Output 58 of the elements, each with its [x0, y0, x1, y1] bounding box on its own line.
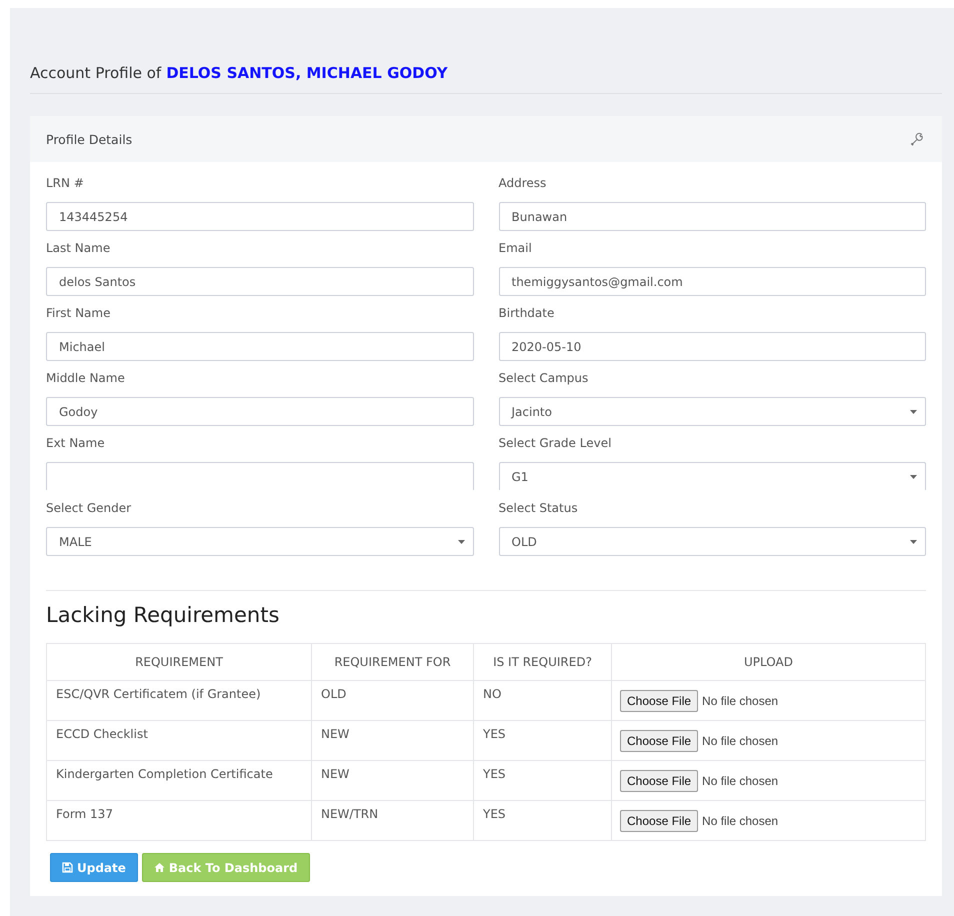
- table-cell: OLD: [312, 680, 474, 720]
- column-header: REQUIREMENT FOR: [312, 644, 474, 680]
- field-label: Email: [498, 241, 533, 257]
- table-cell: NEW: [312, 760, 474, 800]
- input-field[interactable]: Godoy: [46, 397, 474, 426]
- caret-icon: [910, 410, 917, 414]
- table-cell: NO: [474, 680, 612, 720]
- field-label: Birthdate: [498, 306, 556, 322]
- table-cell: YES: [474, 800, 612, 840]
- input-field[interactable]: Michael: [46, 332, 474, 361]
- choose-file-button[interactable]: Choose File: [620, 810, 698, 832]
- input-field[interactable]: 143445254: [46, 202, 474, 231]
- input-field[interactable]: Bunawan: [498, 202, 926, 231]
- column-header: REQUIREMENT: [46, 644, 312, 680]
- input-field[interactable]: delos Santos: [46, 267, 474, 296]
- column-header: IS IT REQUIRED?: [474, 644, 612, 680]
- field-label: Ext Name: [46, 436, 106, 452]
- table-cell: NEW: [312, 720, 474, 760]
- dropdown[interactable]: Jacinto: [498, 397, 926, 426]
- field-label: LRN #: [46, 176, 85, 192]
- section-title: Lacking Requirements: [46, 603, 280, 627]
- caret-icon: [458, 540, 464, 544]
- student-name: DELOS SANTOS, MICHAEL GODOY: [166, 64, 448, 82]
- input-field[interactable]: themiggysantos@gmail.com: [498, 267, 926, 296]
- dropdown[interactable]: G1: [498, 462, 926, 490]
- field-label: First Name: [46, 306, 112, 322]
- wrench-icon[interactable]: [910, 132, 924, 146]
- field-label: Last Name: [46, 241, 112, 257]
- caret-icon: [910, 540, 917, 544]
- table-cell: Kindergarten Completion Certificate: [46, 760, 312, 800]
- input-field[interactable]: [46, 462, 474, 490]
- table-cell: ECCD Checklist: [46, 720, 312, 760]
- field-label: Address: [498, 176, 548, 192]
- table-cell: ESC/QVR Certificatem (if Grantee): [46, 680, 312, 720]
- dropdown[interactable]: OLD: [498, 527, 926, 556]
- file-status: No file chosen: [702, 814, 778, 828]
- choose-file-button[interactable]: Choose File: [620, 730, 698, 752]
- file-status: No file chosen: [702, 694, 778, 708]
- file-status: No file chosen: [702, 774, 778, 788]
- table-cell: YES: [474, 720, 612, 760]
- caret-icon: [910, 475, 917, 479]
- choose-file-button[interactable]: Choose File: [620, 770, 698, 792]
- table-cell: Form 137: [46, 800, 312, 840]
- column-header: UPLOAD: [612, 644, 926, 680]
- choose-file-button[interactable]: Choose File: [620, 690, 698, 712]
- field-label: Select Grade Level: [498, 436, 612, 452]
- input-field[interactable]: 2020-05-10: [498, 332, 926, 361]
- dropdown[interactable]: MALE: [46, 527, 474, 556]
- table-cell: YES: [474, 760, 612, 800]
- field-label: Select Campus: [498, 371, 590, 387]
- house-icon: [154, 862, 165, 873]
- table-cell: NEW/TRN: [312, 800, 474, 840]
- field-label: Select Gender: [46, 501, 132, 517]
- page-title: Account Profile of: [30, 64, 162, 82]
- field-label: Middle Name: [46, 371, 126, 387]
- file-status: No file chosen: [702, 734, 778, 748]
- field-label: Select Status: [498, 501, 579, 517]
- card-title: Profile Details: [46, 132, 132, 146]
